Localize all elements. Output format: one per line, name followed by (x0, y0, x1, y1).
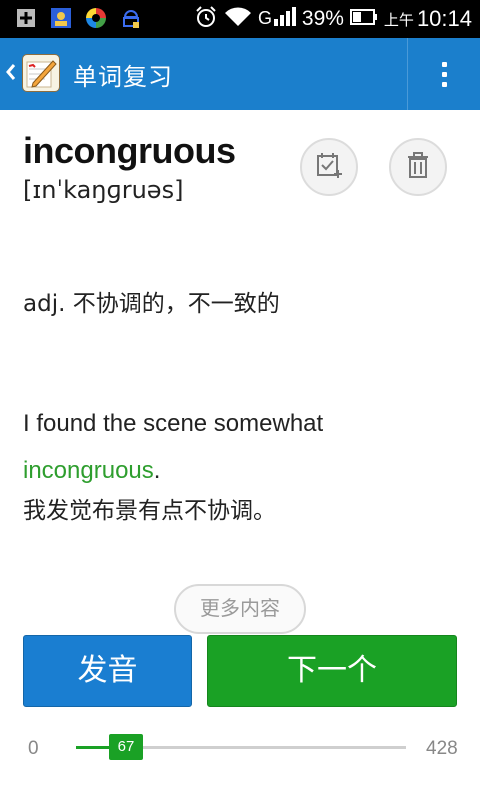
android-device-icon (119, 6, 143, 30)
back-chevron-icon[interactable] (5, 62, 17, 86)
app-logo-icon[interactable] (22, 54, 60, 92)
delete-word-button[interactable] (389, 138, 447, 196)
clock-ampm: 上午 (383, 11, 414, 29)
progress-max-label: 428 (426, 738, 458, 759)
add-to-plan-button[interactable] (300, 138, 358, 196)
clock-time: 10:14 (416, 6, 472, 31)
example-sentence-en: I found the scene somewhat incongruous. (23, 400, 463, 494)
alarm-icon (194, 5, 218, 34)
battery-percent: 39% (301, 7, 344, 30)
word-text: incongruous (23, 130, 236, 171)
sync-notification-icon (84, 6, 108, 30)
trash-icon (404, 150, 432, 184)
example-sentence-zh: 我发觉布景有点不协调。 (23, 498, 276, 524)
progress-min-label: 0 (28, 738, 39, 759)
progress-thumb[interactable]: 67 (109, 734, 143, 760)
action-bar: 单词复习 (0, 38, 480, 110)
example-prefix: I found the scene somewhat (23, 410, 324, 437)
more-content-button[interactable]: 更多内容 (174, 584, 306, 634)
pronounce-button[interactable]: 发音 (23, 635, 192, 707)
word-definition: adj. 不协调的，不一致的 (23, 291, 280, 317)
status-bar: G 39% 上午 10:14 (0, 0, 480, 38)
calendar-add-icon (314, 150, 344, 184)
svg-text:G: G (258, 8, 272, 28)
contact-notification-icon (49, 6, 73, 30)
signal-icon: G (258, 4, 296, 35)
next-word-button[interactable]: 下一个 (207, 635, 457, 707)
battery-icon (349, 8, 378, 31)
example-suffix: . (153, 457, 161, 484)
page-title: 单词复习 (73, 63, 173, 91)
overflow-menu-icon[interactable] (408, 38, 480, 110)
screenshot-notification-icon (14, 6, 38, 30)
example-highlight-word: incongruous (23, 457, 154, 484)
word-phonetic: [ɪnˈkaŋɡruəs] (23, 176, 184, 204)
wifi-icon (224, 6, 252, 33)
